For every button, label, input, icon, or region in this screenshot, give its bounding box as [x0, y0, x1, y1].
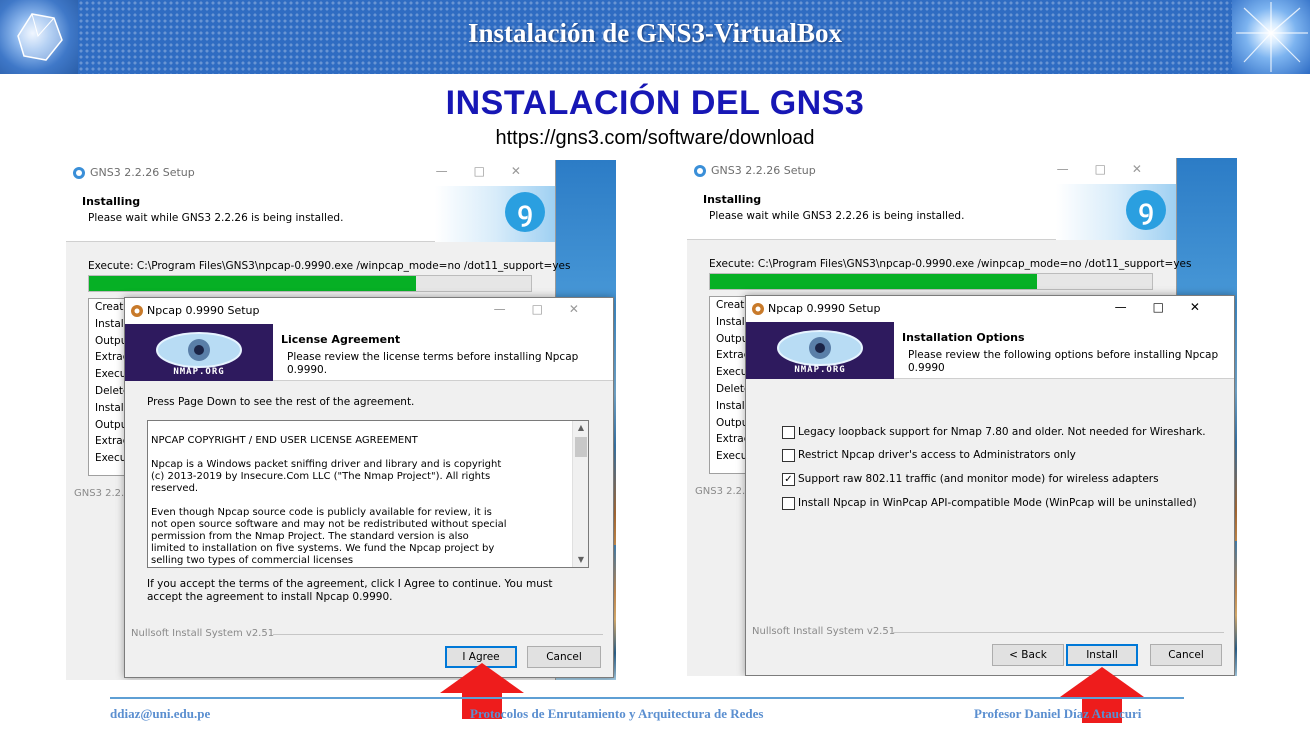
slide-header: Instalación de GNS3-VirtualBox [0, 0, 1310, 74]
checkbox[interactable]: ✓ [782, 473, 795, 486]
npcap-options-window: Npcap 0.9990 Setup —□✕ NMAP.ORG Installa… [745, 295, 1235, 676]
nmap-banner: NMAP.ORG [746, 322, 894, 379]
gns3-subheading: Please wait while GNS3 2.2.26 is being i… [709, 210, 965, 222]
scroll-up-icon[interactable]: ▲ [573, 421, 588, 435]
install-button[interactable]: Install [1066, 644, 1138, 666]
gns3-window-title: GNS3 2.2.26 Setup [90, 166, 195, 179]
progress-fill [710, 274, 1038, 289]
license-textbox[interactable]: NPCAP COPYRIGHT / END USER LICENSE AGREE… [147, 420, 589, 568]
npcap-header: NMAP.ORG License Agreement Please review… [125, 324, 613, 381]
checkbox[interactable] [782, 426, 795, 439]
installer-icon [73, 167, 85, 179]
nullsoft-label: Nullsoft Install System v2.51 [752, 626, 896, 637]
starburst-image [1232, 0, 1310, 74]
footer-course: Protocolos de Enrutamiento y Arquitectur… [470, 706, 764, 721]
divider [273, 634, 603, 635]
gns3-header: Installing Please wait while GNS3 2.2.26… [66, 186, 555, 242]
execute-line: Execute: C:\Program Files\GNS3\npcap-0.9… [88, 260, 571, 272]
nmap-eye-icon [156, 332, 242, 368]
checkbox[interactable] [782, 497, 795, 510]
gns3-window-title: GNS3 2.2.26 Setup [711, 164, 816, 177]
npcap-header: NMAP.ORG Installation Options Please rev… [746, 322, 1234, 379]
options-subheading: Please review the following options befo… [908, 349, 1219, 374]
gns3-subheading: Please wait while GNS3 2.2.26 is being i… [88, 212, 344, 224]
npcap-window-title: Npcap 0.9990 Setup [768, 302, 881, 315]
footer-divider [110, 697, 1184, 699]
execute-line: Execute: C:\Program Files\GNS3\npcap-0.9… [709, 258, 1192, 270]
options-screenshot: GNS3 2.2.26 Setup —□✕ Installing Please … [687, 158, 1237, 676]
install-progress-bar [709, 273, 1153, 290]
gns3-logo-icon: ꝯ [1126, 190, 1166, 230]
cancel-button[interactable]: Cancel [1150, 644, 1222, 666]
nmap-org-label: NMAP.ORG [173, 367, 225, 377]
gns3-heading: Installing [703, 193, 762, 206]
nmap-eye-icon [777, 330, 863, 366]
gns3-header: Installing Please wait while GNS3 2.2.26… [687, 184, 1176, 240]
nmap-banner: NMAP.ORG [125, 324, 273, 381]
window-controls[interactable]: —□✕ [1057, 162, 1168, 176]
gns3-title-bar: GNS3 2.2.26 Setup —□✕ [687, 158, 1176, 184]
gns3-logo-icon: ꝯ [505, 192, 545, 232]
scroll-down-icon[interactable]: ▼ [573, 553, 588, 567]
window-controls[interactable]: —□✕ [494, 302, 605, 316]
back-button[interactable]: < Back [992, 644, 1064, 666]
divider [892, 632, 1224, 633]
footer-professor: Profesor Daniel Díaz Ataucuri [974, 706, 1142, 721]
checkbox[interactable] [782, 449, 795, 462]
installer-icon [694, 165, 706, 177]
npcap-icon [752, 303, 764, 315]
footer-email: ddiaz@uni.edu.pe [110, 706, 211, 721]
license-heading: License Agreement [281, 333, 401, 346]
npcap-license-window: Npcap 0.9990 Setup —□✕ NMAP.ORG License … [124, 297, 614, 678]
progress-fill [89, 276, 417, 291]
license-subheading: Please review the license terms before i… [287, 351, 579, 376]
download-url: https://gns3.com/software/download [495, 127, 815, 149]
npcap-icon [131, 305, 143, 317]
npcap-window-title: Npcap 0.9990 Setup [147, 304, 260, 317]
window-controls[interactable]: —□✕ [436, 164, 547, 178]
license-screenshot: GNS3 2.2.26 Setup —□✕ Installing Please … [66, 160, 616, 680]
cancel-button[interactable]: Cancel [527, 646, 601, 668]
license-text: NPCAP COPYRIGHT / END USER LICENSE AGREE… [151, 435, 507, 566]
nullsoft-label: Nullsoft Install System v2.51 [131, 628, 275, 639]
npcap-title-bar: Npcap 0.9990 Setup —□✕ [125, 298, 613, 324]
install-progress-bar [88, 275, 532, 292]
gns3-heading: Installing [82, 195, 141, 208]
accept-instruction: If you accept the terms of the agreement… [147, 578, 553, 603]
nmap-org-label: NMAP.ORG [794, 365, 846, 375]
npcap-title-bar: Npcap 0.9990 Setup —□✕ [746, 296, 1234, 322]
header-title: Instalación de GNS3-VirtualBox [467, 18, 843, 48]
options-heading: Installation Options [902, 331, 1025, 344]
page-down-instruction: Press Page Down to see the rest of the a… [147, 396, 415, 408]
license-scrollbar[interactable]: ▲ ▼ [572, 421, 588, 567]
window-controls[interactable]: —□✕ [1115, 300, 1226, 314]
scroll-thumb[interactable] [575, 437, 587, 457]
gns3-title-bar: GNS3 2.2.26 Setup —□✕ [66, 160, 555, 186]
slide-title: INSTALACIÓN DEL GNS3 [445, 84, 865, 122]
